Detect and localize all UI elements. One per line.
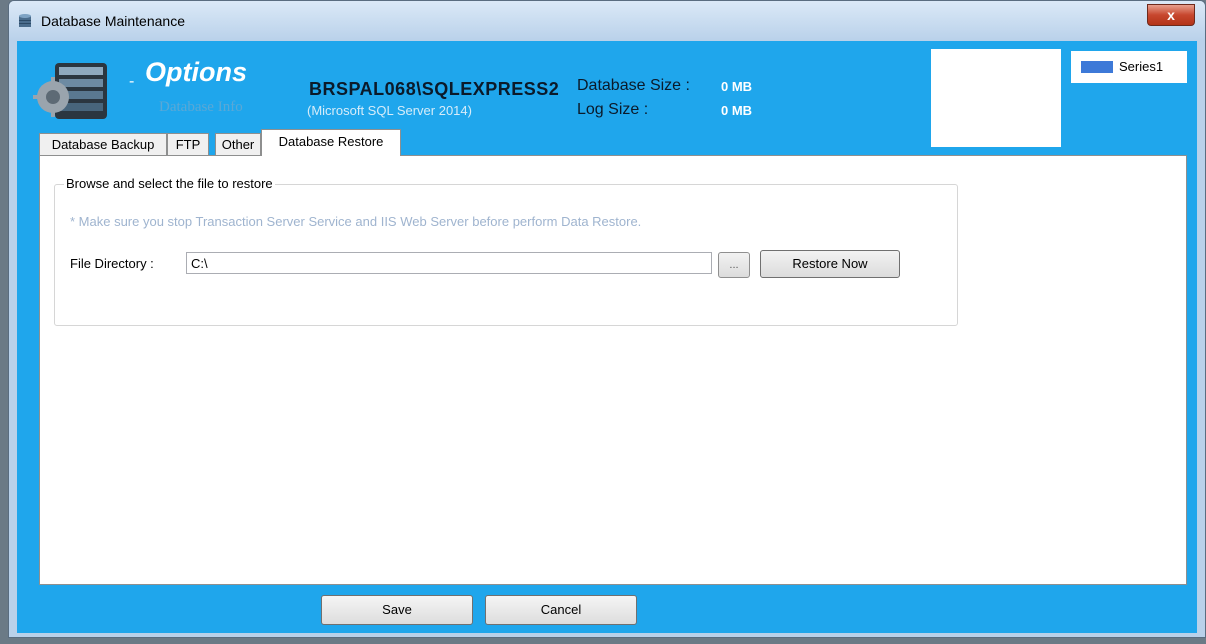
tab-ftp[interactable]: FTP [167, 133, 209, 155]
close-button[interactable]: x [1147, 4, 1195, 26]
legend-series-label: Series1 [1119, 59, 1164, 74]
log-size-label: Log Size : [577, 101, 649, 118]
database-app-icon [19, 14, 31, 27]
title-dash: - [129, 73, 135, 90]
page-subtitle: Database Info [159, 99, 243, 115]
save-button[interactable]: Save [321, 595, 473, 625]
groupbox-title: Browse and select the file to restore [64, 176, 275, 191]
database-maintenance-window: Database Maintenance x - Options Databas… [8, 0, 1206, 638]
server-name: BRSPAL068\SQLEXPRESS2 [309, 79, 560, 99]
browse-button[interactable]: ... [718, 252, 750, 278]
log-size-value: 0 MB [721, 103, 753, 118]
restore-warning: * Make sure you stop Transaction Server … [70, 214, 642, 229]
database-size-label: Database Size : [577, 77, 690, 94]
database-server-icon [33, 63, 107, 119]
legend-swatch [1081, 61, 1113, 73]
title-bar: Database Maintenance x [9, 1, 1205, 41]
tab-database-restore[interactable]: Database Restore [261, 129, 401, 156]
file-directory-label: File Directory : [70, 256, 154, 271]
cancel-button[interactable]: Cancel [485, 595, 637, 625]
database-size-value: 0 MB [721, 79, 753, 94]
chart-legend: Series1 [1071, 51, 1187, 83]
size-chart [931, 49, 1061, 147]
window-title: Database Maintenance [41, 13, 185, 29]
restore-now-button[interactable]: Restore Now [760, 250, 900, 278]
tab-other[interactable]: Other [215, 133, 261, 155]
file-directory-input[interactable] [186, 252, 712, 274]
close-icon: x [1167, 7, 1175, 23]
server-version: (Microsoft SQL Server 2014) [307, 103, 472, 118]
client-area: - Options Database Info BRSPAL068\SQLEXP… [17, 41, 1197, 633]
tab-database-backup[interactable]: Database Backup [39, 133, 167, 155]
page-title: Options [145, 57, 247, 87]
database-restore-panel: Browse and select the file to restore * … [39, 155, 1187, 585]
